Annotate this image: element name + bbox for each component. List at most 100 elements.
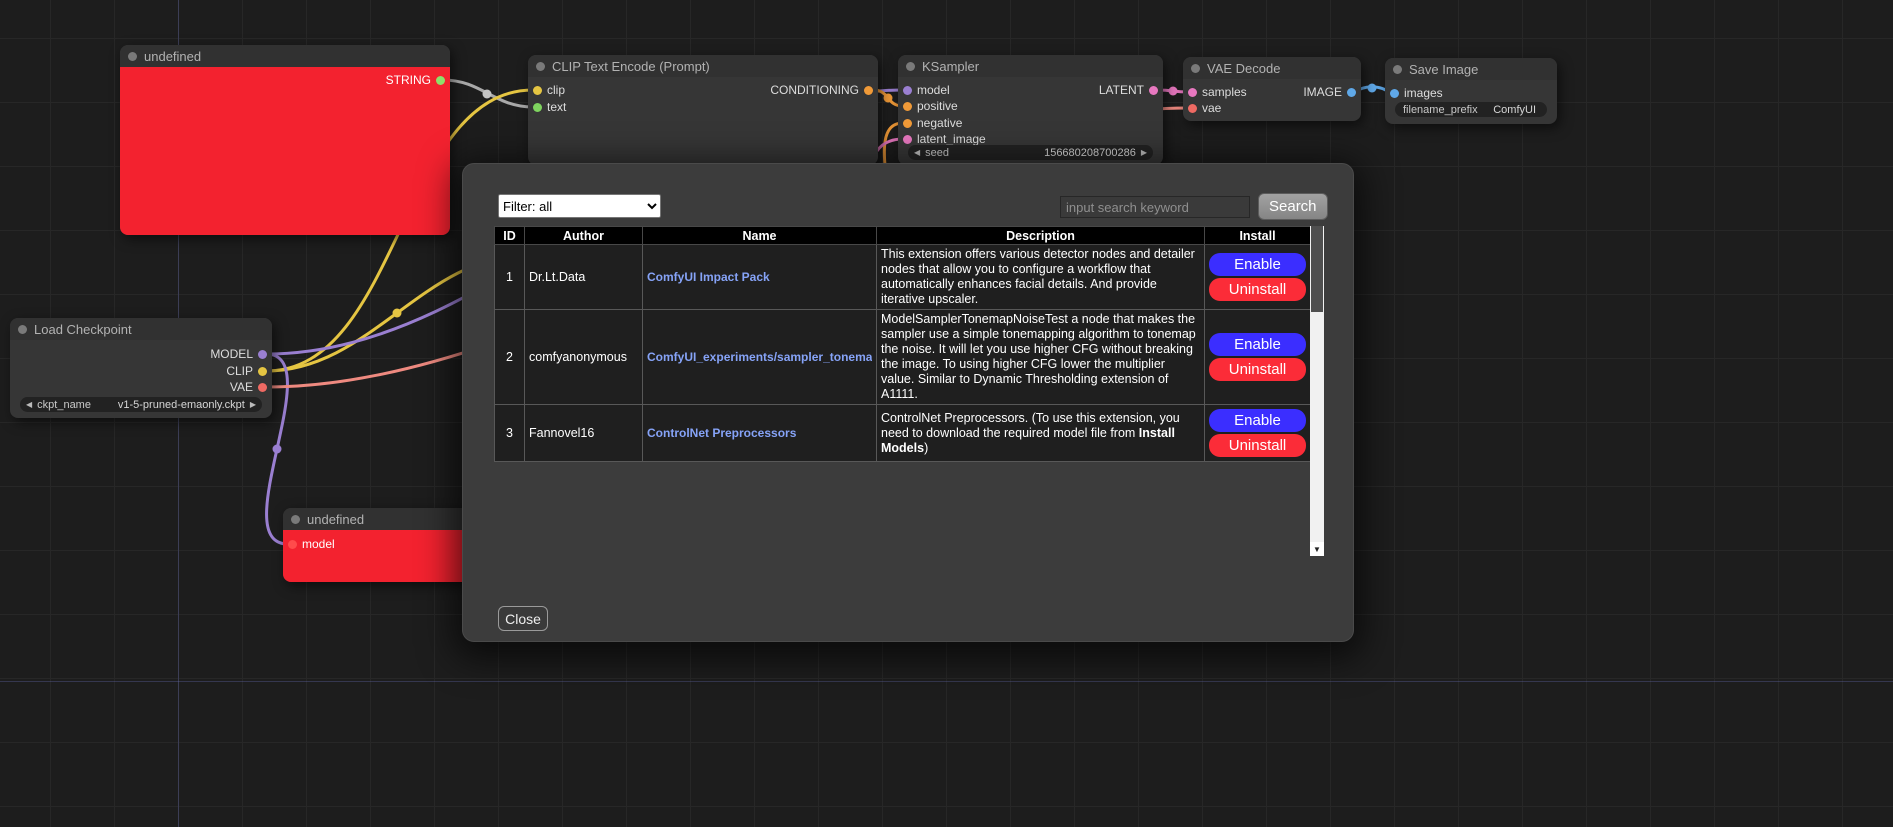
link-midpoint-dot [1169,87,1178,96]
output-slot-label: CLIP [226,364,253,378]
input-slot-images[interactable] [1390,89,1399,98]
cell-id: 1 [495,245,525,310]
extension-row: 3 Fannovel16 ControlNet Preprocessors Co… [495,405,1311,462]
output-slot-label: STRING [386,73,431,87]
collapse-dot-icon[interactable] [1191,64,1200,73]
node-header[interactable]: VAE Decode [1183,57,1361,79]
collapse-dot-icon[interactable] [1393,65,1402,74]
description-text: This extension offers various detector n… [881,247,1195,306]
node-vae-decode[interactable]: VAE Decode samples vae IMAGE [1183,57,1361,121]
input-slot-label: latent_image [917,132,986,146]
node-title: Load Checkpoint [34,322,132,337]
node-header[interactable]: CLIP Text Encode (Prompt) [528,55,878,77]
input-slot-label: negative [917,116,962,130]
uninstall-button[interactable]: Uninstall [1209,434,1306,457]
widget-label: ckpt_name [37,399,91,411]
node-header[interactable]: KSampler [898,55,1163,77]
node-header[interactable]: Load Checkpoint [10,318,272,340]
description-text: ModelSamplerTonemapNoiseTest a node that… [881,312,1196,401]
table-scrollbar[interactable]: ▼ [1310,226,1324,556]
output-slot-label: VAE [230,380,253,394]
collapse-dot-icon[interactable] [291,515,300,524]
down-arrow-icon: ▼ [1313,545,1321,554]
cell-install: Enable Uninstall [1205,405,1311,462]
extension-link[interactable]: ControlNet Preprocessors [647,426,872,440]
collapse-dot-icon[interactable] [128,52,137,61]
collapse-dot-icon[interactable] [536,62,545,71]
scrollbar-thumb[interactable] [1311,226,1323,312]
input-slot-positive[interactable] [903,102,912,111]
node-header[interactable]: undefined [120,45,450,67]
extension-row: 1 Dr.Lt.Data ComfyUI Impact Pack This ex… [495,245,1311,310]
cell-name: ControlNet Preprocessors [643,405,877,462]
node-clip-text-encode[interactable]: CLIP Text Encode (Prompt) clip text COND… [528,55,878,165]
cell-description: ModelSamplerTonemapNoiseTest a node that… [877,310,1205,405]
uninstall-button[interactable]: Uninstall [1209,358,1306,381]
install-custom-nodes-dialog: Filter: all Search ID Author Name Descri… [462,163,1354,642]
output-slot-conditioning[interactable] [864,86,873,95]
node-ksampler[interactable]: KSampler model positive negative latent_… [898,55,1163,165]
previous-arrow-icon[interactable]: ◀ [26,397,32,412]
node-title: Save Image [1409,62,1478,77]
node-save-image[interactable]: Save Image images filename_prefix ComfyU… [1385,58,1557,124]
uninstall-button[interactable]: Uninstall [1209,278,1306,301]
filter-select[interactable]: Filter: all [498,194,661,218]
node-load-checkpoint[interactable]: Load Checkpoint MODEL CLIP VAE ◀ ckpt_na… [10,318,272,418]
output-slot-label: CONDITIONING [770,83,859,97]
node-header[interactable]: Save Image [1385,58,1557,80]
output-slot-clip[interactable] [258,367,267,376]
input-slot-row: positive [898,98,1163,114]
output-slot-model[interactable] [258,350,267,359]
column-header-name: Name [643,227,877,245]
enable-button[interactable]: Enable [1209,333,1306,356]
output-slot-label: IMAGE [1303,85,1342,99]
filename-prefix-widget[interactable]: filename_prefix ComfyUI [1395,102,1547,117]
description-text: ControlNet Preprocessors. (To use this e… [881,411,1180,440]
widget-label: seed [925,147,949,159]
extension-link[interactable]: ComfyUI_experiments/sampler_tonemap [647,350,872,364]
ckpt-name-widget[interactable]: ◀ ckpt_name v1-5-pruned-emaonly.ckpt ▶ [20,397,262,412]
output-slot-row: IMAGE [1183,84,1361,100]
enable-button[interactable]: Enable [1209,253,1306,276]
cell-id: 2 [495,310,525,405]
extension-row: 2 comfyanonymous ComfyUI_experiments/sam… [495,310,1311,405]
extension-link[interactable]: ComfyUI Impact Pack [647,270,872,284]
extension-table: ID Author Name Description Install 1 Dr.… [494,226,1311,462]
column-header-author: Author [525,227,643,245]
link-midpoint-dot [273,445,282,454]
scrollbar-down-button[interactable]: ▼ [1310,542,1324,556]
collapse-dot-icon[interactable] [906,62,915,71]
input-slot-model[interactable] [288,540,297,549]
output-slot-latent[interactable] [1149,86,1158,95]
cell-description: This extension offers various detector n… [877,245,1205,310]
output-slot-image[interactable] [1347,88,1356,97]
node-title: KSampler [922,59,979,74]
widget-value: v1-5-pruned-emaonly.ckpt [118,399,245,411]
next-arrow-icon[interactable]: ▶ [250,397,256,412]
collapse-dot-icon[interactable] [18,325,27,334]
seed-widget[interactable]: ◀ seed 156680208700286 ▶ [908,145,1153,160]
output-slot-vae[interactable] [258,383,267,392]
increment-arrow-icon[interactable]: ▶ [1141,145,1147,160]
search-input[interactable] [1060,196,1250,218]
cell-name: ComfyUI_experiments/sampler_tonemap [643,310,877,405]
node-undefined-top[interactable]: undefined STRING [120,45,450,235]
link-midpoint-dot [884,94,893,103]
node-canvas[interactable]: undefined STRING CLIP Text Encode (Promp… [0,0,1893,827]
input-slot-negative[interactable] [903,119,912,128]
table-header-row: ID Author Name Description Install [495,227,1311,245]
input-slot-text[interactable] [533,103,542,112]
input-slot-label: images [1404,86,1443,100]
enable-button[interactable]: Enable [1209,409,1306,432]
column-header-install: Install [1205,227,1311,245]
decrement-arrow-icon[interactable]: ◀ [914,145,920,160]
node-title: undefined [307,512,364,527]
input-slot-vae[interactable] [1188,104,1197,113]
output-slot-row: CLIP [10,363,272,379]
input-slot-latent-image[interactable] [903,135,912,144]
input-slot-label: model [302,537,335,551]
close-button[interactable]: Close [498,606,548,631]
widget-value: ComfyUI [1493,104,1536,116]
output-slot-string[interactable] [436,76,445,85]
search-button[interactable]: Search [1258,193,1328,220]
